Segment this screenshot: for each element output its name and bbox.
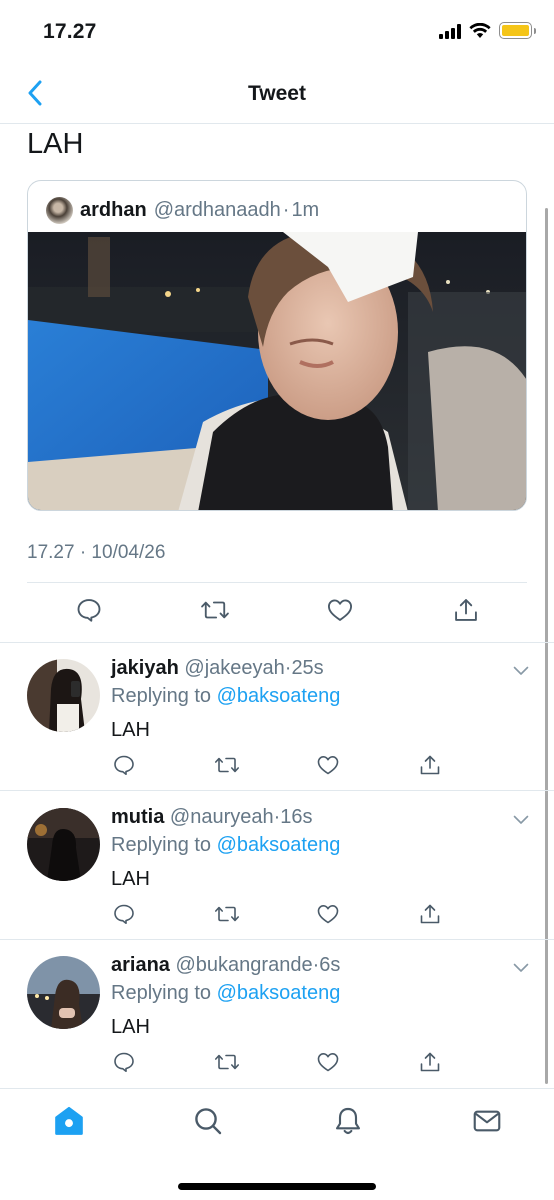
reply-header: ariana @bukangrande·6s <box>111 954 340 977</box>
share-button[interactable] <box>452 596 480 624</box>
reply-tweet[interactable]: jakiyah @jakeeyah·25s Replying to @baksoa… <box>0 643 554 791</box>
tab-notifications[interactable] <box>330 1103 366 1139</box>
share-icon <box>420 755 440 775</box>
avatar[interactable] <box>27 956 100 1029</box>
heart-icon <box>317 756 339 775</box>
tab-home[interactable] <box>51 1103 87 1139</box>
reply-icon <box>114 755 134 775</box>
heart-icon <box>317 1053 339 1072</box>
reply-button[interactable] <box>112 902 136 926</box>
retweet-button[interactable] <box>200 596 230 624</box>
battery-icon <box>499 22 536 39</box>
avatar[interactable] <box>27 808 100 881</box>
quoted-tweet-photo[interactable] <box>28 232 526 510</box>
messages-icon <box>473 1110 501 1132</box>
replying-to: Replying to @baksoateng <box>111 834 340 857</box>
share-icon <box>420 904 440 924</box>
reply-author-handle: @jakeeyah <box>184 657 285 679</box>
retweet-icon <box>201 601 229 619</box>
reply-author-name[interactable]: jakiyah <box>111 657 179 679</box>
replying-to-label: Replying to <box>111 685 217 707</box>
search-icon <box>195 1108 222 1135</box>
quoted-tweet-time: 1m <box>291 199 320 221</box>
chevron-down-icon <box>513 815 529 824</box>
quoted-author-name: ardhan <box>80 199 147 221</box>
reply-icon <box>77 599 101 622</box>
tweet-text: LAH <box>27 128 84 160</box>
heart-icon <box>317 905 339 924</box>
replying-to-link[interactable]: @baksoateng <box>217 685 341 707</box>
retweet-button[interactable] <box>214 1050 240 1074</box>
share-button[interactable] <box>418 902 442 926</box>
divider <box>0 790 554 791</box>
like-button[interactable] <box>316 902 340 926</box>
quoted-tweet-card[interactable]: ardhan @ardhanaadh · 1m <box>27 180 527 511</box>
reply-header: jakiyah @jakeeyah·25s <box>111 657 324 680</box>
replying-to: Replying to @baksoateng <box>111 685 340 708</box>
reply-time: 6s <box>319 954 341 976</box>
reply-icon <box>114 1052 134 1072</box>
reply-text: LAH <box>111 868 150 890</box>
avatar[interactable] <box>27 659 100 732</box>
nav-bar: Tweet <box>0 66 554 124</box>
notifications-icon <box>336 1107 360 1135</box>
retweet-icon <box>215 1054 239 1070</box>
like-button[interactable] <box>316 1050 340 1074</box>
share-icon <box>420 1052 440 1072</box>
separator: · <box>282 199 290 221</box>
heart-icon <box>327 599 353 621</box>
cellular-signal-icon <box>439 23 461 39</box>
divider <box>0 939 554 940</box>
tab-search[interactable] <box>190 1103 226 1139</box>
reply-author-name[interactable]: mutia <box>111 806 164 828</box>
reply-button[interactable] <box>75 596 103 624</box>
retweet-button[interactable] <box>214 902 240 926</box>
quoted-tweet-header: ardhan @ardhanaadh · 1m <box>46 197 319 224</box>
page-title: Tweet <box>248 82 306 105</box>
avatar <box>46 197 73 224</box>
replying-to: Replying to @baksoateng <box>111 982 340 1005</box>
replying-to-link[interactable]: @baksoateng <box>217 834 341 856</box>
like-button[interactable] <box>316 753 340 777</box>
status-icons <box>439 22 536 39</box>
replying-to-label: Replying to <box>111 982 217 1004</box>
replying-to-label: Replying to <box>111 834 217 856</box>
chevron-down-icon <box>513 963 529 972</box>
reply-tweet[interactable]: ariana @bukangrande·6s Replying to @bakso… <box>0 940 554 1088</box>
status-time: 17.27 <box>43 20 97 43</box>
retweet-icon <box>215 906 239 922</box>
more-options-button[interactable] <box>513 812 529 830</box>
retweet-button[interactable] <box>214 753 240 777</box>
reply-tweet[interactable]: mutia @nauryeah·16s Replying to @baksoate… <box>0 792 554 940</box>
reply-text: LAH <box>111 719 150 741</box>
reply-author-handle: @nauryeah <box>169 806 274 828</box>
chevron-down-icon <box>513 666 529 675</box>
reply-author-handle: @bukangrande <box>175 954 313 976</box>
tweet-timestamp: 17.27 · 10/04/26 <box>27 542 166 563</box>
reply-text: LAH <box>111 1016 150 1038</box>
reply-button[interactable] <box>112 1050 136 1074</box>
reply-time: 25s <box>291 657 324 679</box>
reply-author-name[interactable]: ariana <box>111 954 170 976</box>
divider <box>27 582 527 583</box>
share-button[interactable] <box>418 1050 442 1074</box>
status-bar: 17.27 <box>0 0 554 66</box>
reply-time: 16s <box>280 806 313 828</box>
reply-header: mutia @nauryeah·16s <box>111 806 313 829</box>
tab-messages[interactable] <box>469 1103 505 1139</box>
more-options-button[interactable] <box>513 960 529 978</box>
wifi-icon <box>469 22 491 38</box>
retweet-icon <box>215 757 239 773</box>
quoted-author-handle: @ardhanaadh <box>153 199 281 221</box>
home-icon <box>55 1106 83 1135</box>
reply-button[interactable] <box>112 753 136 777</box>
share-icon <box>455 599 477 621</box>
reply-icon <box>114 904 134 924</box>
share-button[interactable] <box>418 753 442 777</box>
more-options-button[interactable] <box>513 663 529 681</box>
replying-to-link[interactable]: @baksoateng <box>217 982 341 1004</box>
like-button[interactable] <box>326 596 354 624</box>
home-indicator[interactable] <box>178 1183 376 1190</box>
